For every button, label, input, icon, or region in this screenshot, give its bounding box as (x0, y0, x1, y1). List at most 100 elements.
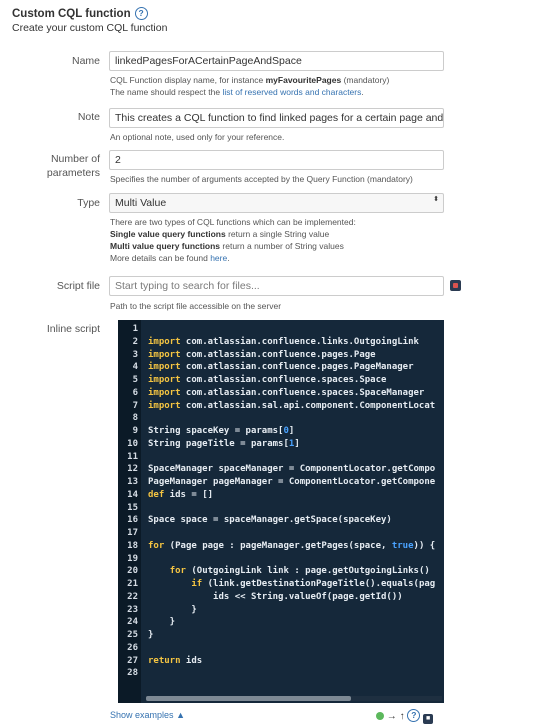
code-token: (link.getDestinationPageTitle().equals(p… (202, 579, 436, 589)
single-value-term: Single value query functions (110, 229, 226, 239)
params-label: Number of parameters (47, 152, 100, 180)
name-input[interactable]: linkedPagesForACertainPageAndSpace (109, 51, 444, 71)
multi-value-term: Multi value query functions (110, 241, 221, 251)
line-number: 8 (132, 413, 138, 424)
code-token: ids << String.valueOf(page.getId()) (148, 591, 403, 602)
name-help-line2-prefix: The name should respect the (110, 87, 223, 97)
code-token: def (148, 489, 165, 500)
code-token: import (148, 336, 181, 347)
type-select-value: Multi Value (115, 197, 167, 209)
type-help: There are two types of CQL functions whi… (110, 216, 356, 264)
code-token: for (148, 540, 165, 551)
code-token: )) { (413, 540, 436, 551)
code-line: SpaceManager spaceManager = ComponentLoc… (148, 464, 435, 474)
reserved-words-link[interactable]: list of reserved words and characters (222, 87, 361, 97)
code-token: } (148, 630, 154, 640)
inline-script-label: Inline script (46, 323, 100, 335)
help-circle-icon[interactable]: ? (134, 7, 148, 20)
line-number: 9 (132, 426, 138, 436)
code-token: for (169, 566, 186, 577)
code-line: import com.atlassian.sal.api.component.C… (148, 401, 435, 411)
file-picker-icon[interactable] (450, 280, 461, 291)
code-token: String spaceKey = params[ (148, 426, 284, 436)
line-number: 12 (127, 464, 138, 475)
line-number: 1 (132, 324, 138, 334)
code-token: PageManager pageManager = ComponentLocat… (148, 477, 436, 487)
code-token: (OutgoingLink link : page.getOutgoingLin… (185, 566, 430, 577)
code-line: if (link.getDestinationPageTitle().equal… (148, 579, 435, 589)
line-number: 5 (132, 375, 138, 385)
code-line: String pageTitle = params[1] (148, 439, 300, 449)
code-token: true (391, 540, 414, 551)
code-token: com.atlassian.sal.api.component.Componen… (180, 400, 436, 411)
params-label-line2: parameters (46, 167, 100, 179)
code-token: ids = [] (164, 489, 214, 500)
show-examples-link[interactable]: Show examples ▲ (110, 710, 185, 720)
line-number: 22 (127, 591, 138, 602)
more-details-link[interactable]: here (210, 253, 227, 263)
code-token: import (148, 375, 181, 385)
code-line: Space space = spaceManager.getSpace(spac… (148, 515, 392, 525)
line-number: 16 (127, 515, 138, 526)
code-line: import com.atlassian.confluence.spaces.S… (148, 388, 424, 398)
script-file-help: Path to the script file accessible on th… (110, 301, 282, 311)
line-number: 20 (127, 566, 138, 577)
code-token: ids (180, 655, 203, 666)
line-number: 4 (132, 362, 138, 373)
params-input[interactable]: 2 (109, 150, 444, 170)
line-number: 2 (132, 336, 138, 347)
script-tool-icon[interactable]: ■ (423, 714, 434, 724)
code-token: if (191, 579, 203, 589)
page-subtitle: Create your custom CQL function (12, 22, 168, 34)
code-token: Space space = spaceManager.getSpace(spac… (148, 515, 392, 526)
horizontal-scrollbar[interactable] (146, 696, 442, 701)
select-arrows-icon: ⬍ (433, 196, 439, 203)
multi-value-desc: return a number of String values (220, 241, 344, 251)
code-line: import com.atlassian.confluence.pages.Pa… (148, 350, 376, 360)
code-token: com.atlassian.confluence.links.OutgoingL… (180, 336, 419, 347)
line-number: 11 (127, 451, 138, 462)
code-token: com.atlassian.confluence.pages.Page (180, 349, 376, 360)
arrow-up-icon[interactable]: ↑ (400, 711, 405, 722)
page-title-text: Custom CQL function (12, 8, 131, 20)
line-number: 18 (127, 540, 138, 551)
name-label: Name (71, 55, 100, 67)
scrollbar-thumb[interactable] (146, 696, 351, 701)
line-number: 27 (127, 655, 138, 666)
code-token: String pageTitle = params[ (148, 438, 289, 449)
name-help: CQL Function display name, for instance … (110, 74, 389, 98)
help-circle-icon[interactable]: ? (407, 709, 421, 722)
code-line: } (148, 630, 153, 640)
editor-toolbar: → ↑ ? ■ (376, 709, 434, 724)
type-label: Type (77, 197, 100, 209)
type-select[interactable]: Multi Value ⬍ (109, 193, 444, 213)
code-line: ids << String.valueOf(page.getId()) (148, 592, 403, 602)
code-line: } (148, 605, 196, 615)
code-editor[interactable]: 1 2 import com.atlassian.confluence.links.… (118, 320, 444, 703)
line-number: 19 (127, 553, 138, 564)
code-token: com.atlassian.confluence.spaces.Space (180, 375, 387, 385)
line-number: 17 (127, 528, 138, 538)
code-line: PageManager pageManager = ComponentLocat… (148, 477, 435, 487)
code-token: import (148, 349, 181, 360)
script-file-input[interactable]: Start typing to search for files... (109, 276, 444, 296)
note-input[interactable]: This creates a CQL function to find link… (109, 108, 444, 128)
single-value-desc: return a single String value (225, 229, 330, 239)
name-help-example: myFavouritePages (265, 75, 342, 85)
line-number: 24 (127, 617, 138, 628)
code-line: } (148, 617, 175, 627)
arrow-right-icon[interactable]: → (387, 711, 397, 722)
name-help-suffix: (mandatory) (341, 75, 390, 85)
line-number: 28 (127, 668, 138, 679)
code-token: import (148, 362, 181, 373)
params-label-line1: Number of (50, 153, 100, 165)
line-number: 10 (127, 438, 138, 449)
line-number: 26 (127, 642, 138, 653)
note-label: Note (77, 111, 100, 123)
code-line: import com.atlassian.confluence.links.Ou… (148, 337, 419, 347)
more-details-prefix: More details can be found (110, 253, 211, 263)
name-help-prefix: CQL Function display name, for instance (110, 75, 266, 85)
line-number: 14 (127, 489, 138, 500)
